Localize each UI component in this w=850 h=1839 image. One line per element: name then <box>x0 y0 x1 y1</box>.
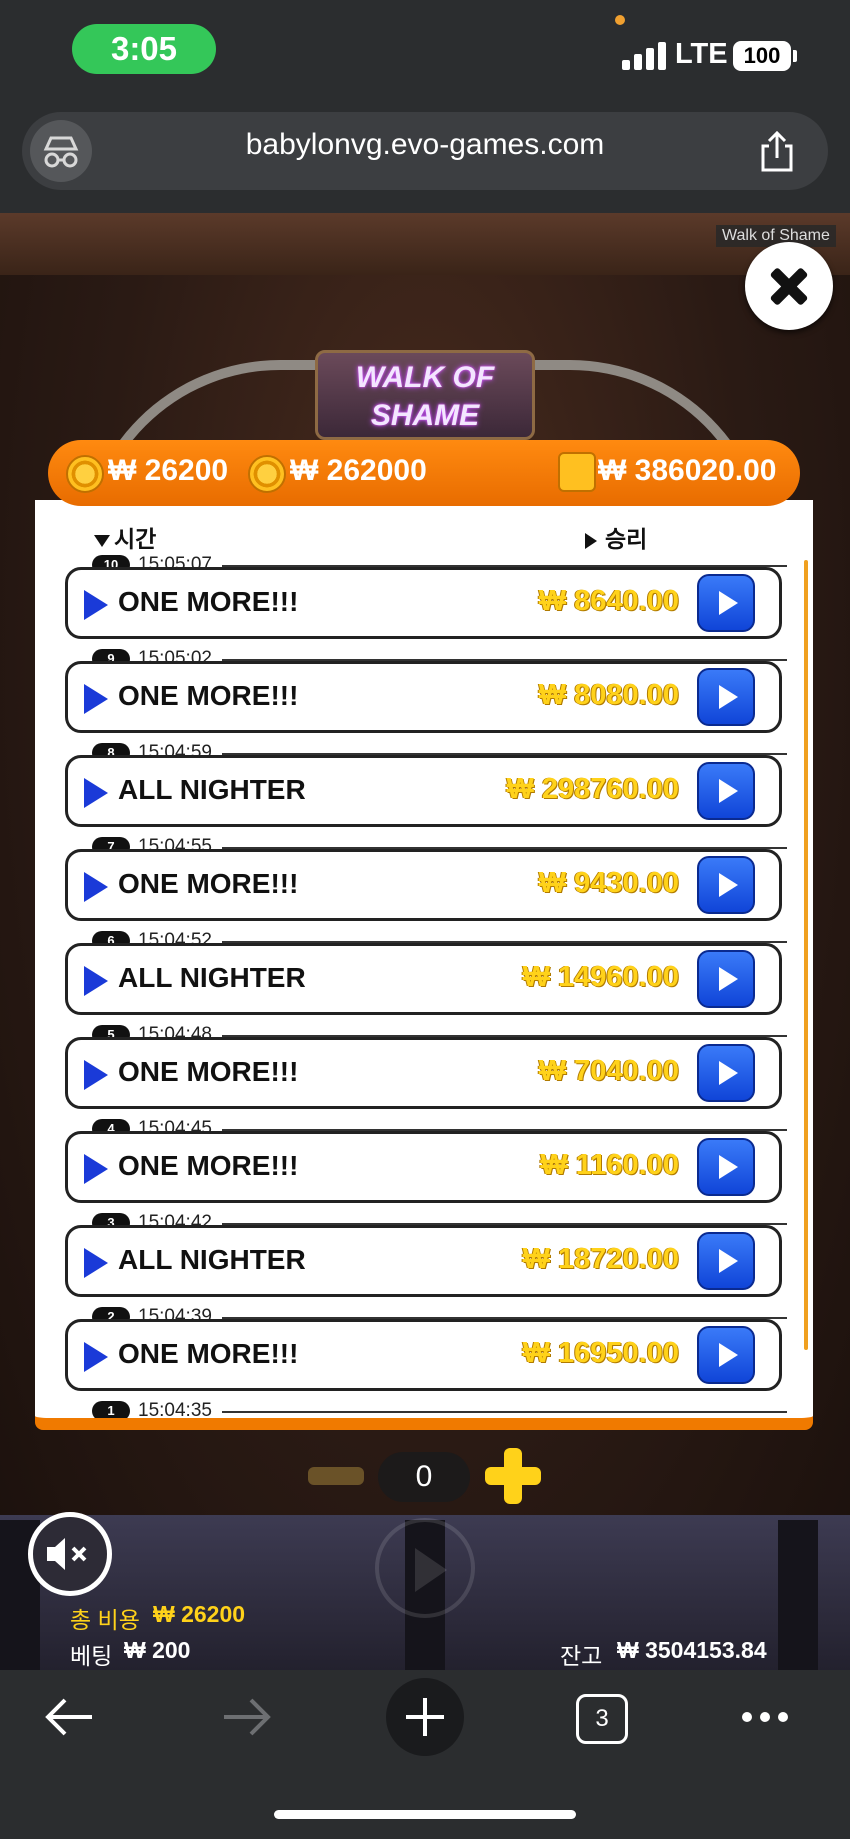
replay-button[interactable] <box>697 762 755 820</box>
play-triangle-icon <box>84 1248 108 1278</box>
tabs-button[interactable]: 3 <box>576 1694 628 1744</box>
play-triangle-icon <box>84 872 108 902</box>
replay-button[interactable] <box>697 1044 755 1102</box>
replay-button[interactable] <box>697 950 755 1008</box>
mute-button[interactable] <box>28 1512 112 1596</box>
play-triangle-icon <box>84 590 108 620</box>
round-label: ALL NIGHTER <box>118 1244 306 1275</box>
round-amount: ₩ 18720.00 <box>522 1243 679 1275</box>
round-label: ONE MORE!!! <box>118 1150 299 1181</box>
replay-button[interactable] <box>697 1232 755 1290</box>
round-amount: ₩ 14960.00 <box>522 961 679 993</box>
round-row[interactable]: ALL NIGHTER ₩ 18720.00 <box>65 1225 782 1297</box>
replay-button[interactable] <box>697 1326 755 1384</box>
round-row[interactable]: ALL NIGHTER ₩ 14960.00 <box>65 943 782 1015</box>
decrease-button[interactable] <box>308 1467 364 1485</box>
home-indicator[interactable] <box>274 1810 576 1819</box>
rounds-list: 10 15:05:07 ONE MORE!!! ₩ 8640.00 9 15:05:0… <box>0 0 850 1430</box>
total-cost-value: ₩ 26200 <box>153 1601 246 1627</box>
speaker-muted-icon <box>47 1538 87 1570</box>
play-triangle-icon <box>84 684 108 714</box>
panel-bottom-border <box>35 1418 813 1430</box>
round-row[interactable]: ONE MORE!!! ₩ 7040.00 <box>65 1037 782 1109</box>
new-tab-button[interactable] <box>386 1678 464 1756</box>
bet-value: ₩ 200 <box>124 1637 191 1663</box>
replay-button[interactable] <box>697 668 755 726</box>
seat-divider <box>778 1520 818 1670</box>
play-triangle-icon <box>84 966 108 996</box>
spin-play-button[interactable] <box>375 1518 475 1618</box>
round-amount: ₩ 8640.00 <box>538 585 679 617</box>
round-row[interactable]: ONE MORE!!! ₩ 8640.00 <box>65 567 782 639</box>
replay-button[interactable] <box>697 574 755 632</box>
round-row[interactable]: ONE MORE!!! ₩ 1160.00 <box>65 1131 782 1203</box>
play-triangle-icon <box>84 1154 108 1184</box>
round-label: ONE MORE!!! <box>118 586 299 617</box>
scrollbar[interactable] <box>804 560 808 1350</box>
forward-button[interactable] <box>196 1692 296 1742</box>
arrow-left-icon <box>45 1698 92 1736</box>
play-triangle-icon <box>84 778 108 808</box>
increase-button[interactable] <box>485 1448 541 1504</box>
play-triangle-icon <box>84 1060 108 1090</box>
round-label: ONE MORE!!! <box>118 1338 299 1369</box>
round-amount: ₩ 7040.00 <box>538 1055 679 1087</box>
replay-button[interactable] <box>697 1138 755 1196</box>
screen: 3:05 LTE 100 babylonvg.evo-games.com Wal… <box>0 0 850 1839</box>
play-triangle-icon <box>84 1342 108 1372</box>
round-label: ONE MORE!!! <box>118 680 299 711</box>
back-button[interactable] <box>20 1692 120 1742</box>
round-amount: ₩ 298760.00 <box>506 773 679 805</box>
balance-label: 잔고 <box>560 1643 603 1669</box>
replay-button[interactable] <box>697 856 755 914</box>
total-cost-label: 총 비용 <box>70 1607 140 1633</box>
round-amount: ₩ 8080.00 <box>538 679 679 711</box>
round-label: ONE MORE!!! <box>118 868 299 899</box>
round-row[interactable]: ONE MORE!!! ₩ 8080.00 <box>65 661 782 733</box>
bet-label: 베팅 <box>70 1643 113 1669</box>
arrow-right-icon <box>224 1698 271 1736</box>
balance-value: ₩ 3504153.84 <box>617 1637 767 1663</box>
round-row[interactable]: ALL NIGHTER ₩ 298760.00 <box>65 755 782 827</box>
stepper-value: 0 <box>378 1452 470 1502</box>
more-button[interactable] <box>715 1692 815 1742</box>
round-amount: ₩ 9430.00 <box>538 867 679 899</box>
round-amount: ₩ 16950.00 <box>522 1337 679 1369</box>
more-dots-icon <box>742 1712 788 1722</box>
round-amount: ₩ 1160.00 <box>540 1149 679 1181</box>
round-row[interactable]: ONE MORE!!! ₩ 9430.00 <box>65 849 782 921</box>
round-label: ALL NIGHTER <box>118 774 306 805</box>
round-label: ALL NIGHTER <box>118 962 306 993</box>
round-label: ONE MORE!!! <box>118 1056 299 1087</box>
plus-icon <box>406 1698 444 1736</box>
round-row[interactable]: ONE MORE!!! ₩ 16950.00 <box>65 1319 782 1391</box>
